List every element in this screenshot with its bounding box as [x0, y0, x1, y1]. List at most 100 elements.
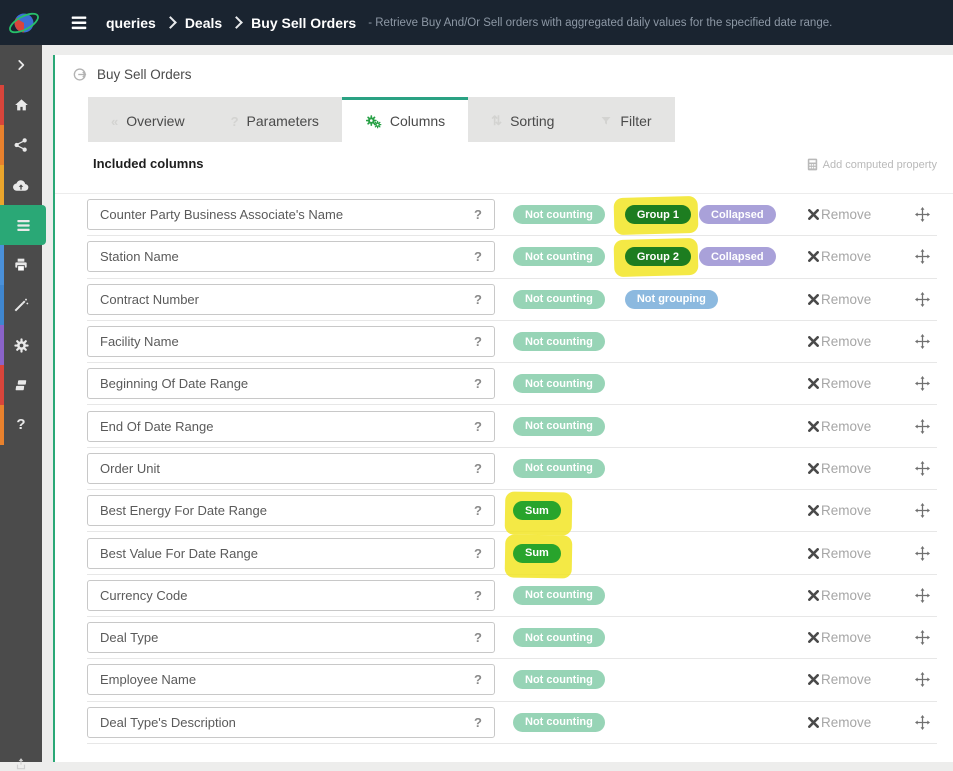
column-name-box[interactable]: Deal Type's Description?	[87, 707, 495, 738]
badge-not-counting[interactable]: Not counting	[513, 374, 605, 393]
remove-button[interactable]: Remove	[808, 249, 871, 264]
badge-not-counting[interactable]: Not counting	[513, 459, 605, 478]
badge-group-2[interactable]: Group 2	[625, 247, 691, 266]
remove-button[interactable]: Remove	[808, 334, 871, 349]
remove-x-icon	[808, 590, 819, 601]
move-handle[interactable]	[915, 249, 930, 264]
move-handle[interactable]	[915, 376, 930, 391]
tab-overview[interactable]: «Overview	[88, 97, 208, 142]
tab-label: Filter	[620, 113, 651, 129]
column-name: Best Energy For Date Range	[100, 503, 267, 518]
help-icon[interactable]: ?	[474, 419, 482, 434]
column-name-box[interactable]: Contract Number?	[87, 284, 495, 315]
column-name-box[interactable]: Order Unit?	[87, 453, 495, 484]
badge-not-grouping[interactable]: Not grouping	[625, 290, 718, 309]
help-icon[interactable]: ?	[474, 207, 482, 222]
badge-sum[interactable]: Sum	[513, 544, 561, 563]
column-name-box[interactable]: Facility Name?	[87, 326, 495, 357]
column-name: Employee Name	[100, 672, 196, 687]
move-handle[interactable]	[915, 207, 930, 222]
sidebar-item-share[interactable]	[0, 125, 42, 165]
help-icon[interactable]: ?	[474, 334, 482, 349]
remove-x-icon	[808, 674, 819, 685]
remove-button[interactable]: Remove	[808, 630, 871, 645]
remove-button[interactable]: Remove	[808, 588, 871, 603]
badge-group-1[interactable]: Group 1	[625, 205, 691, 224]
remove-button[interactable]: Remove	[808, 546, 871, 561]
move-handle[interactable]	[915, 715, 930, 730]
sidebar-bottom-icon[interactable]	[0, 757, 42, 771]
badge-not-counting[interactable]: Not counting	[513, 713, 605, 732]
breadcrumb-deals[interactable]: Deals	[185, 15, 222, 31]
sidebar-item-magic-wand[interactable]	[0, 285, 42, 325]
remove-button[interactable]: Remove	[808, 672, 871, 687]
move-handle[interactable]	[915, 503, 930, 518]
menu-icon[interactable]	[70, 15, 88, 31]
help-icon[interactable]: ?	[474, 376, 482, 391]
remove-button[interactable]: Remove	[808, 292, 871, 307]
breadcrumb-queries[interactable]: queries	[106, 15, 156, 31]
column-row: Station Name? Not counting Group 2 Collapse…	[87, 236, 937, 278]
top-bar: queries Deals Buy Sell Orders - Retrieve…	[0, 0, 953, 45]
app-logo[interactable]	[0, 0, 48, 45]
chevron-right-icon	[14, 58, 28, 72]
column-name-box[interactable]: Deal Type?	[87, 622, 495, 653]
help-icon[interactable]: ?	[474, 588, 482, 603]
badge-not-counting[interactable]: Not counting	[513, 670, 605, 689]
sidebar-item-chevron-right[interactable]	[0, 45, 42, 85]
badge-collapsed[interactable]: Collapsed	[699, 247, 776, 266]
column-name-box[interactable]: Best Value For Date Range?	[87, 538, 495, 569]
sidebar-item-question[interactable]: ?	[0, 405, 42, 445]
move-handle[interactable]	[915, 546, 930, 561]
badge-not-counting[interactable]: Not counting	[513, 290, 605, 309]
badge-not-counting[interactable]: Not counting	[513, 332, 605, 351]
tab-columns[interactable]: Columns	[342, 97, 468, 142]
move-handle[interactable]	[915, 588, 930, 603]
help-icon[interactable]: ?	[474, 546, 482, 561]
move-handle[interactable]	[915, 419, 930, 434]
sidebar-item-book[interactable]	[0, 365, 42, 405]
column-name-box[interactable]: Counter Party Business Associate's Name?	[87, 199, 495, 230]
column-name-box[interactable]: Beginning Of Date Range?	[87, 368, 495, 399]
remove-button[interactable]: Remove	[808, 419, 871, 434]
remove-button[interactable]: Remove	[808, 376, 871, 391]
remove-button[interactable]: Remove	[808, 715, 871, 730]
column-name-box[interactable]: Best Energy For Date Range?	[87, 495, 495, 526]
move-handle[interactable]	[915, 672, 930, 687]
move-handle[interactable]	[915, 630, 930, 645]
badge-collapsed[interactable]: Collapsed	[699, 205, 776, 224]
sidebar-item-printer[interactable]	[0, 245, 42, 285]
sidebar-item-cloud-upload[interactable]	[0, 165, 42, 205]
badge-not-counting[interactable]: Not counting	[513, 205, 605, 224]
help-icon[interactable]: ?	[474, 461, 482, 476]
sidebar-item-list[interactable]	[0, 205, 46, 245]
badge-not-counting[interactable]: Not counting	[513, 417, 605, 436]
move-handle[interactable]	[915, 461, 930, 476]
help-icon[interactable]: ?	[474, 715, 482, 730]
sidebar-item-home[interactable]	[0, 85, 42, 125]
tab-parameters[interactable]: ?Parameters	[208, 97, 342, 142]
badge-group: Not counting	[513, 628, 605, 647]
help-icon[interactable]: ?	[474, 630, 482, 645]
badge-not-counting[interactable]: Not counting	[513, 586, 605, 605]
remove-button[interactable]: Remove	[808, 207, 871, 222]
tab-filter[interactable]: Filter	[577, 97, 674, 142]
column-name-box[interactable]: Currency Code?	[87, 580, 495, 611]
add-computed-property-button[interactable]: Add computed property	[807, 158, 937, 171]
column-name-box[interactable]: Station Name?	[87, 241, 495, 272]
help-icon[interactable]: ?	[474, 292, 482, 307]
tab-sorting[interactable]: ⇅Sorting	[468, 97, 577, 142]
badge-sum[interactable]: Sum	[513, 501, 561, 520]
move-handle[interactable]	[915, 334, 930, 349]
column-name-box[interactable]: Employee Name?	[87, 664, 495, 695]
badge-not-counting[interactable]: Not counting	[513, 628, 605, 647]
remove-button[interactable]: Remove	[808, 461, 871, 476]
remove-button[interactable]: Remove	[808, 503, 871, 518]
badge-not-counting[interactable]: Not counting	[513, 247, 605, 266]
help-icon[interactable]: ?	[474, 672, 482, 687]
move-handle[interactable]	[915, 292, 930, 307]
help-icon[interactable]: ?	[474, 503, 482, 518]
help-icon[interactable]: ?	[474, 249, 482, 264]
column-name-box[interactable]: End Of Date Range?	[87, 411, 495, 442]
sidebar-item-gear[interactable]	[0, 325, 42, 365]
